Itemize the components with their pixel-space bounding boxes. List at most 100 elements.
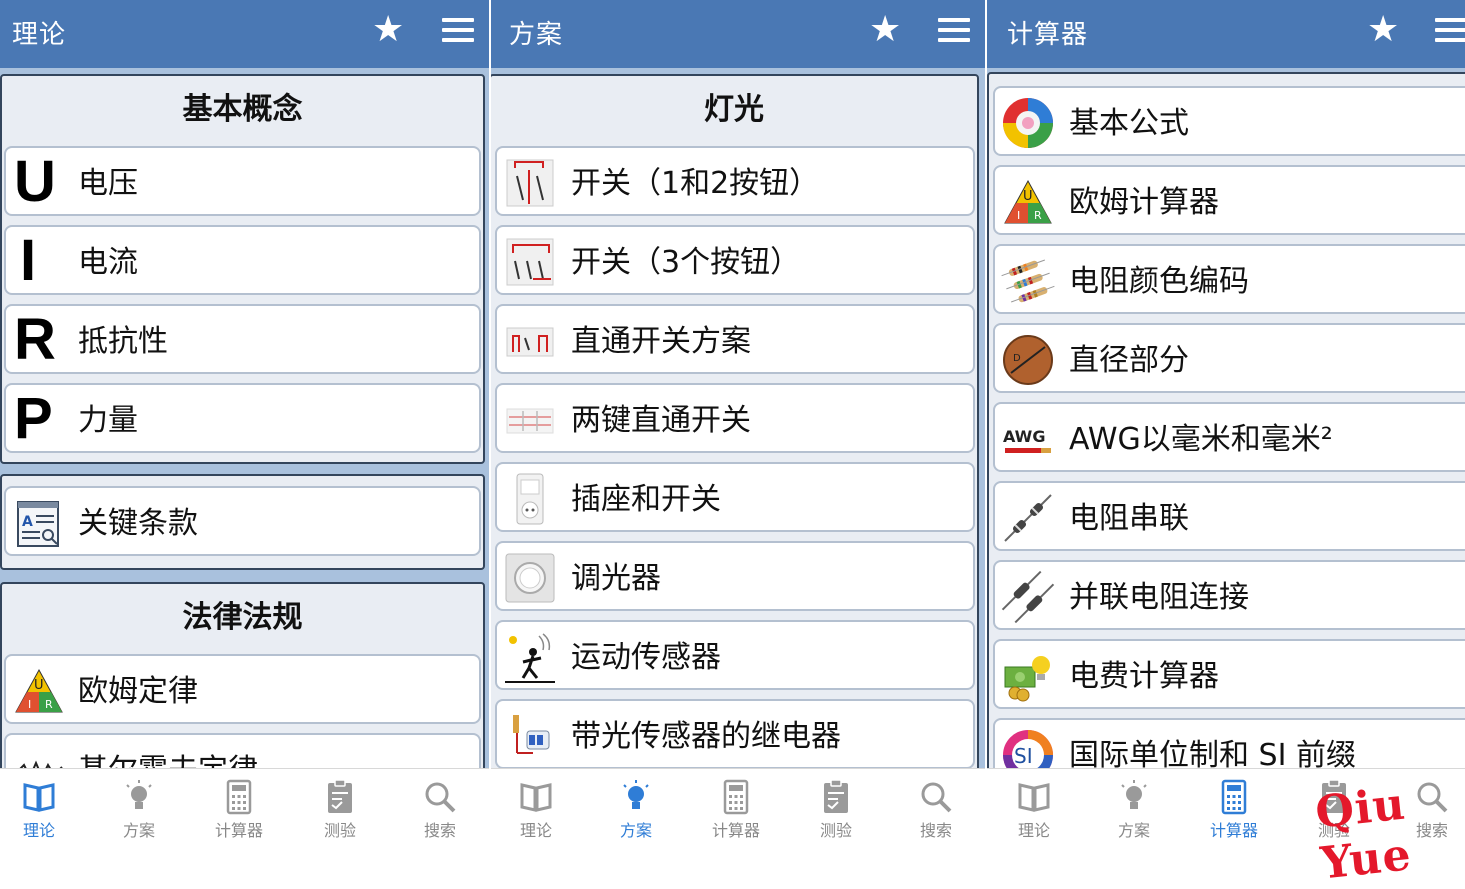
search-icon [425,782,456,813]
kirchhoff-icon [19,760,63,768]
list-item-label: 带光传感器的继电器 [571,719,841,754]
switch-1-2-icon [506,159,554,207]
list-item-label: 电费计算器 [1069,659,1219,694]
nav-schemes[interactable]: 方案 [94,773,184,843]
menu-icon[interactable] [1435,18,1465,42]
app-bar: 计算器 ★ [987,0,1465,68]
list-item-label: 欧姆定律 [78,674,198,709]
list-item-label: 插座和开关 [571,482,721,517]
si-icon: SI [1003,730,1053,768]
ohm-triangle-icon: U I R [1004,179,1052,224]
list-item-light-sensor-relay[interactable]: 带光传感器的继电器 [495,699,975,768]
nav-calculator[interactable]: 计算器 [194,773,284,843]
list-item-label: 电流 [78,245,138,280]
section-header: 法律法规 [182,600,303,635]
list-item-diameter[interactable]: D 直径部分 [993,323,1465,393]
clipboard-icon [824,779,848,813]
bottom-nav: 理论 方案 计算器 测验 搜索 [491,768,985,844]
list-item-label: 调光器 [571,561,661,596]
list-item-si-units[interactable]: SI 国际单位制和 SI 前缀 [993,718,1465,768]
calculator-icon [1221,779,1247,815]
menu-icon[interactable] [938,18,970,42]
current-letter-icon: I [20,228,37,293]
bulb-icon [1121,780,1147,809]
list-item-socket-switch[interactable]: 插座和开关 [495,462,975,532]
svg-text:R: R [45,698,53,711]
nav-schemes[interactable]: 方案 [1089,773,1179,843]
glossary-icon: A [17,501,59,547]
list-item-dimmer[interactable]: 调光器 [495,541,975,611]
bulb-icon [623,780,649,809]
series-resistor-icon [1004,494,1052,542]
svg-text:AWG: AWG [1003,427,1045,446]
list-item-label: 并联电阻连接 [1069,580,1249,615]
nav-quiz[interactable]: 测验 [295,773,385,843]
list-item-label: 电阻串联 [1069,501,1189,536]
svg-text:D: D [1013,353,1021,364]
list-item-two-key-pass-switch[interactable]: 两键直通开关 [495,383,975,453]
socket-switch-icon [516,473,544,525]
basic-concepts-card: 基本概念 U 电压 I 电流 R 抵抗性 P 力量 [0,74,485,464]
favorite-star-icon[interactable]: ★ [1367,8,1399,52]
list-item-resistance[interactable]: R 抵抗性 [4,304,481,374]
list-item-label: 关键条款 [78,506,198,541]
list-item-pass-switch[interactable]: 直通开关方案 [495,304,975,374]
list-item-basic-formulas[interactable]: 基本公式 [993,86,1465,156]
calculator-content: 基本公式 U I R 欧姆计算器 电阻颜色编码 D 直径部分 AWG AWG以毫… [987,68,1465,768]
list-item-ohm-calculator[interactable]: U I R 欧姆计算器 [993,165,1465,235]
favorite-star-icon[interactable]: ★ [869,8,901,52]
list-item-series-resistors[interactable]: 电阻串联 [993,481,1465,551]
favorite-star-icon[interactable]: ★ [372,8,404,52]
list-item-current[interactable]: I 电流 [4,225,481,295]
menu-icon[interactable] [442,18,474,42]
key-terms-card: A 关键条款 [0,474,485,570]
book-icon [23,783,55,812]
list-item-label: 直通开关方案 [571,324,751,359]
book-icon [520,783,552,812]
list-item-motion-sensor[interactable]: 运动传感器 [495,620,975,690]
nav-calculator[interactable]: 计算器 [1189,773,1279,843]
list-item-label: 电压 [78,166,138,201]
list-item-label: 运动传感器 [571,640,721,675]
nav-schemes[interactable]: 方案 [591,773,681,843]
list-item-resistor-color[interactable]: 电阻颜色编码 [993,244,1465,314]
list-item-parallel-resistors[interactable]: 并联电阻连接 [993,560,1465,630]
list-item-label: 开关（1和2按钮） [571,166,820,201]
nav-theory[interactable]: 理论 [0,773,84,843]
list-item-awg[interactable]: AWG AWG以毫米和毫米² [993,402,1465,472]
list-item-switch-3[interactable]: 开关（3个按钮） [495,225,975,295]
watermark: Qiu Yue [1313,778,1414,889]
nav-theory[interactable]: 理论 [491,773,581,843]
list-item-kirchhoff[interactable]: 基尔霍夫定律 [4,733,481,768]
list-item-ohms-law[interactable]: U I R 欧姆定律 [4,654,481,724]
book-icon [1018,783,1050,812]
schemes-panel: 方案 ★ 灯光 开关（1和2按钮） 开关（3个按钮） 直通开关方案 两键直通开关… [491,0,985,844]
svg-text:U: U [1023,189,1033,204]
theory-panel: 理论 ★ 基本概念 U 电压 I 电流 R 抵抗性 P 力量 A 关键条款 法律… [0,0,489,844]
resistance-letter-icon: R [14,307,56,372]
nav-search[interactable]: 搜索 [395,773,485,843]
list-item-key-terms[interactable]: A 关键条款 [4,486,481,556]
formula-wheel-icon [1003,98,1053,148]
clipboard-icon [328,779,352,813]
nav-theory[interactable]: 理论 [989,773,1079,843]
list-item-power[interactable]: P 力量 [4,383,481,453]
svg-text:I: I [1017,209,1020,222]
nav-search[interactable]: 搜索 [891,773,981,843]
nav-quiz[interactable]: 测验 [791,773,881,843]
list-item-voltage[interactable]: U 电压 [4,146,481,216]
lighting-card: 灯光 开关（1和2按钮） 开关（3个按钮） 直通开关方案 两键直通开关 插座和开… [491,74,979,768]
app-bar: 方案 ★ [491,0,985,68]
list-item-label: 基本公式 [1069,106,1189,141]
app-bar: 理论 ★ [0,0,489,68]
list-item-electricity-cost[interactable]: 电费计算器 [993,639,1465,709]
calculator-panel: 计算器 ★ 基本公式 U I R 欧姆计算器 电阻颜色编码 D 直径部分 AWG… [987,0,1465,844]
parallel-resistor-icon [1001,570,1055,624]
list-item-label: 开关（3个按钮） [571,245,801,280]
svg-text:R: R [1034,209,1042,222]
list-item-switch-1-2[interactable]: 开关（1和2按钮） [495,146,975,216]
nav-calculator[interactable]: 计算器 [691,773,781,843]
pass-switch-icon [506,327,554,357]
app-bar-title: 理论 [12,20,67,50]
section-header: 灯光 [704,92,764,127]
